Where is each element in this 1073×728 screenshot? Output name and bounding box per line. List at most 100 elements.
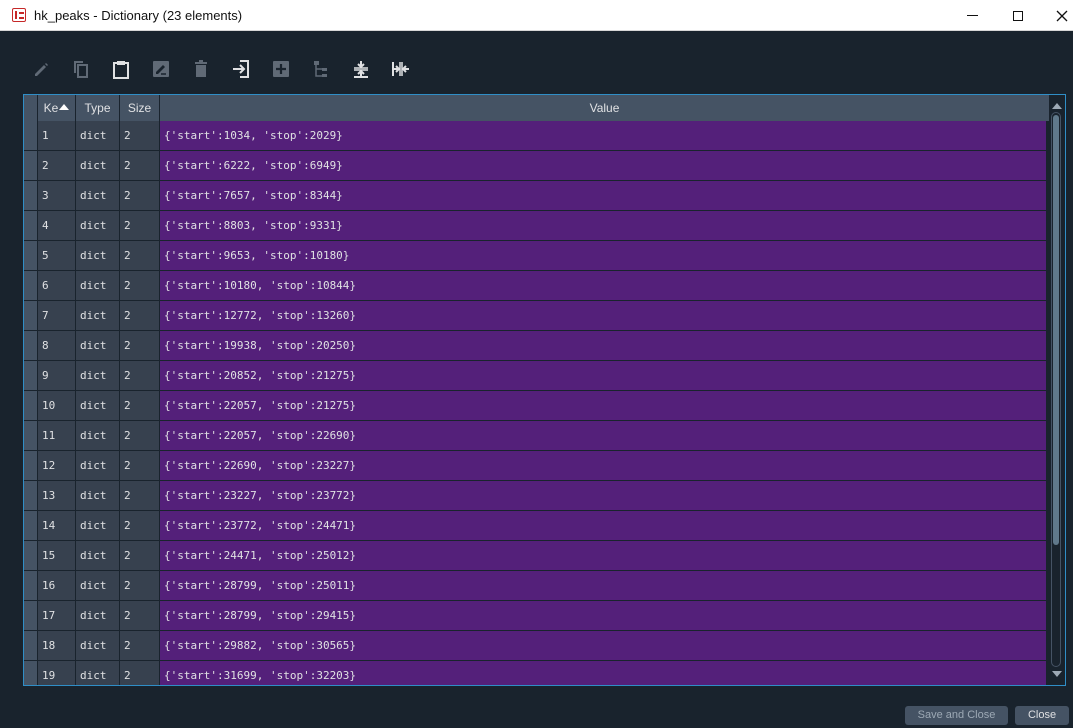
type-cell[interactable]: dict <box>76 181 120 210</box>
size-cell[interactable]: 2 <box>120 121 160 150</box>
insert-icon[interactable] <box>230 58 252 80</box>
value-cell[interactable]: {'start':23772, 'stop':24471} <box>160 511 1046 540</box>
type-cell[interactable]: dict <box>76 661 120 685</box>
size-cell[interactable]: 2 <box>120 511 160 540</box>
save-and-close-button[interactable]: Save and Close <box>905 706 1008 725</box>
key-cell[interactable]: 15 <box>38 541 76 570</box>
type-cell[interactable]: dict <box>76 151 120 180</box>
value-cell[interactable]: {'start':20852, 'stop':21275} <box>160 361 1046 390</box>
value-cell[interactable]: {'start':24471, 'stop':25012} <box>160 541 1046 570</box>
size-cell[interactable]: 2 <box>120 421 160 450</box>
value-cell[interactable]: {'start':22057, 'stop':21275} <box>160 391 1046 420</box>
value-cell[interactable]: {'start':29882, 'stop':30565} <box>160 631 1046 660</box>
view-tree-icon[interactable] <box>310 58 332 80</box>
table-row[interactable]: 13 dict 2 {'start':23227, 'stop':23772} <box>24 481 1048 511</box>
size-cell[interactable]: 2 <box>120 391 160 420</box>
value-cell[interactable]: {'start':6222, 'stop':6949} <box>160 151 1046 180</box>
table-row[interactable]: 8 dict 2 {'start':19938, 'stop':20250} <box>24 331 1048 361</box>
size-cell[interactable]: 2 <box>120 271 160 300</box>
row-header[interactable] <box>24 331 38 360</box>
value-cell[interactable]: {'start':31699, 'stop':32203} <box>160 661 1046 685</box>
table-row[interactable]: 9 dict 2 {'start':20852, 'stop':21275} <box>24 361 1048 391</box>
edit-icon[interactable] <box>30 58 52 80</box>
type-cell[interactable]: dict <box>76 241 120 270</box>
table-row[interactable]: 5 dict 2 {'start':9653, 'stop':10180} <box>24 241 1048 271</box>
size-cell[interactable]: 2 <box>120 601 160 630</box>
size-cell[interactable]: 2 <box>120 211 160 240</box>
size-cell[interactable]: 2 <box>120 571 160 600</box>
table-row[interactable]: 14 dict 2 {'start':23772, 'stop':24471} <box>24 511 1048 541</box>
key-cell[interactable]: 19 <box>38 661 76 685</box>
type-cell[interactable]: dict <box>76 451 120 480</box>
table-row[interactable]: 12 dict 2 {'start':22690, 'stop':23227} <box>24 451 1048 481</box>
row-header[interactable] <box>24 211 38 240</box>
column-header-value[interactable]: Value <box>160 95 1049 121</box>
table-row[interactable]: 10 dict 2 {'start':22057, 'stop':21275} <box>24 391 1048 421</box>
type-cell[interactable]: dict <box>76 271 120 300</box>
value-cell[interactable]: {'start':7657, 'stop':8344} <box>160 181 1046 210</box>
row-header[interactable] <box>24 571 38 600</box>
resize-rows-icon[interactable] <box>350 58 372 80</box>
row-header[interactable] <box>24 661 38 685</box>
value-cell[interactable]: {'start':22057, 'stop':22690} <box>160 421 1046 450</box>
table-row[interactable]: 18 dict 2 {'start':29882, 'stop':30565} <box>24 631 1048 661</box>
key-cell[interactable]: 14 <box>38 511 76 540</box>
key-cell[interactable]: 11 <box>38 421 76 450</box>
type-cell[interactable]: dict <box>76 331 120 360</box>
column-header-key[interactable]: Ke <box>38 95 76 121</box>
type-cell[interactable]: dict <box>76 631 120 660</box>
key-cell[interactable]: 3 <box>38 181 76 210</box>
scroll-down-icon[interactable] <box>1052 671 1062 677</box>
type-cell[interactable]: dict <box>76 391 120 420</box>
table-row[interactable]: 3 dict 2 {'start':7657, 'stop':8344} <box>24 181 1048 211</box>
row-header[interactable] <box>24 601 38 630</box>
size-cell[interactable]: 2 <box>120 181 160 210</box>
key-cell[interactable]: 1 <box>38 121 76 150</box>
table-row[interactable]: 2 dict 2 {'start':6222, 'stop':6949} <box>24 151 1048 181</box>
row-header[interactable] <box>24 271 38 300</box>
row-header[interactable] <box>24 301 38 330</box>
row-header[interactable] <box>24 121 38 150</box>
row-header[interactable] <box>24 631 38 660</box>
row-header[interactable] <box>24 481 38 510</box>
size-cell[interactable]: 2 <box>120 361 160 390</box>
scroll-up-icon[interactable] <box>1052 103 1062 109</box>
rename-icon[interactable] <box>150 58 172 80</box>
delete-icon[interactable] <box>190 58 212 80</box>
type-cell[interactable]: dict <box>76 421 120 450</box>
row-header[interactable] <box>24 391 38 420</box>
size-cell[interactable]: 2 <box>120 661 160 685</box>
type-cell[interactable]: dict <box>76 301 120 330</box>
key-cell[interactable]: 5 <box>38 241 76 270</box>
value-cell[interactable]: {'start':23227, 'stop':23772} <box>160 481 1046 510</box>
value-cell[interactable]: {'start':22690, 'stop':23227} <box>160 451 1046 480</box>
table-row[interactable]: 17 dict 2 {'start':28799, 'stop':29415} <box>24 601 1048 631</box>
value-cell[interactable]: {'start':8803, 'stop':9331} <box>160 211 1046 240</box>
maximize-button[interactable] <box>995 0 1041 31</box>
key-cell[interactable]: 12 <box>38 451 76 480</box>
row-header[interactable] <box>24 541 38 570</box>
table-row[interactable]: 1 dict 2 {'start':1034, 'stop':2029} <box>24 121 1048 151</box>
value-cell[interactable]: {'start':28799, 'stop':25011} <box>160 571 1046 600</box>
size-cell[interactable]: 2 <box>120 301 160 330</box>
key-cell[interactable]: 16 <box>38 571 76 600</box>
copy-icon[interactable] <box>70 58 92 80</box>
key-cell[interactable]: 2 <box>38 151 76 180</box>
size-cell[interactable]: 2 <box>120 631 160 660</box>
size-cell[interactable]: 2 <box>120 151 160 180</box>
size-cell[interactable]: 2 <box>120 241 160 270</box>
size-cell[interactable]: 2 <box>120 451 160 480</box>
minimize-button[interactable] <box>949 0 995 31</box>
row-header[interactable] <box>24 361 38 390</box>
value-cell[interactable]: {'start':9653, 'stop':10180} <box>160 241 1046 270</box>
column-header-size[interactable]: Size <box>120 95 160 121</box>
paste-icon[interactable] <box>110 58 132 80</box>
type-cell[interactable]: dict <box>76 121 120 150</box>
column-header-type[interactable]: Type <box>76 95 120 121</box>
resize-columns-icon[interactable] <box>390 58 412 80</box>
scroll-thumb[interactable] <box>1053 115 1059 545</box>
key-cell[interactable]: 17 <box>38 601 76 630</box>
type-cell[interactable]: dict <box>76 601 120 630</box>
key-cell[interactable]: 10 <box>38 391 76 420</box>
key-cell[interactable]: 18 <box>38 631 76 660</box>
